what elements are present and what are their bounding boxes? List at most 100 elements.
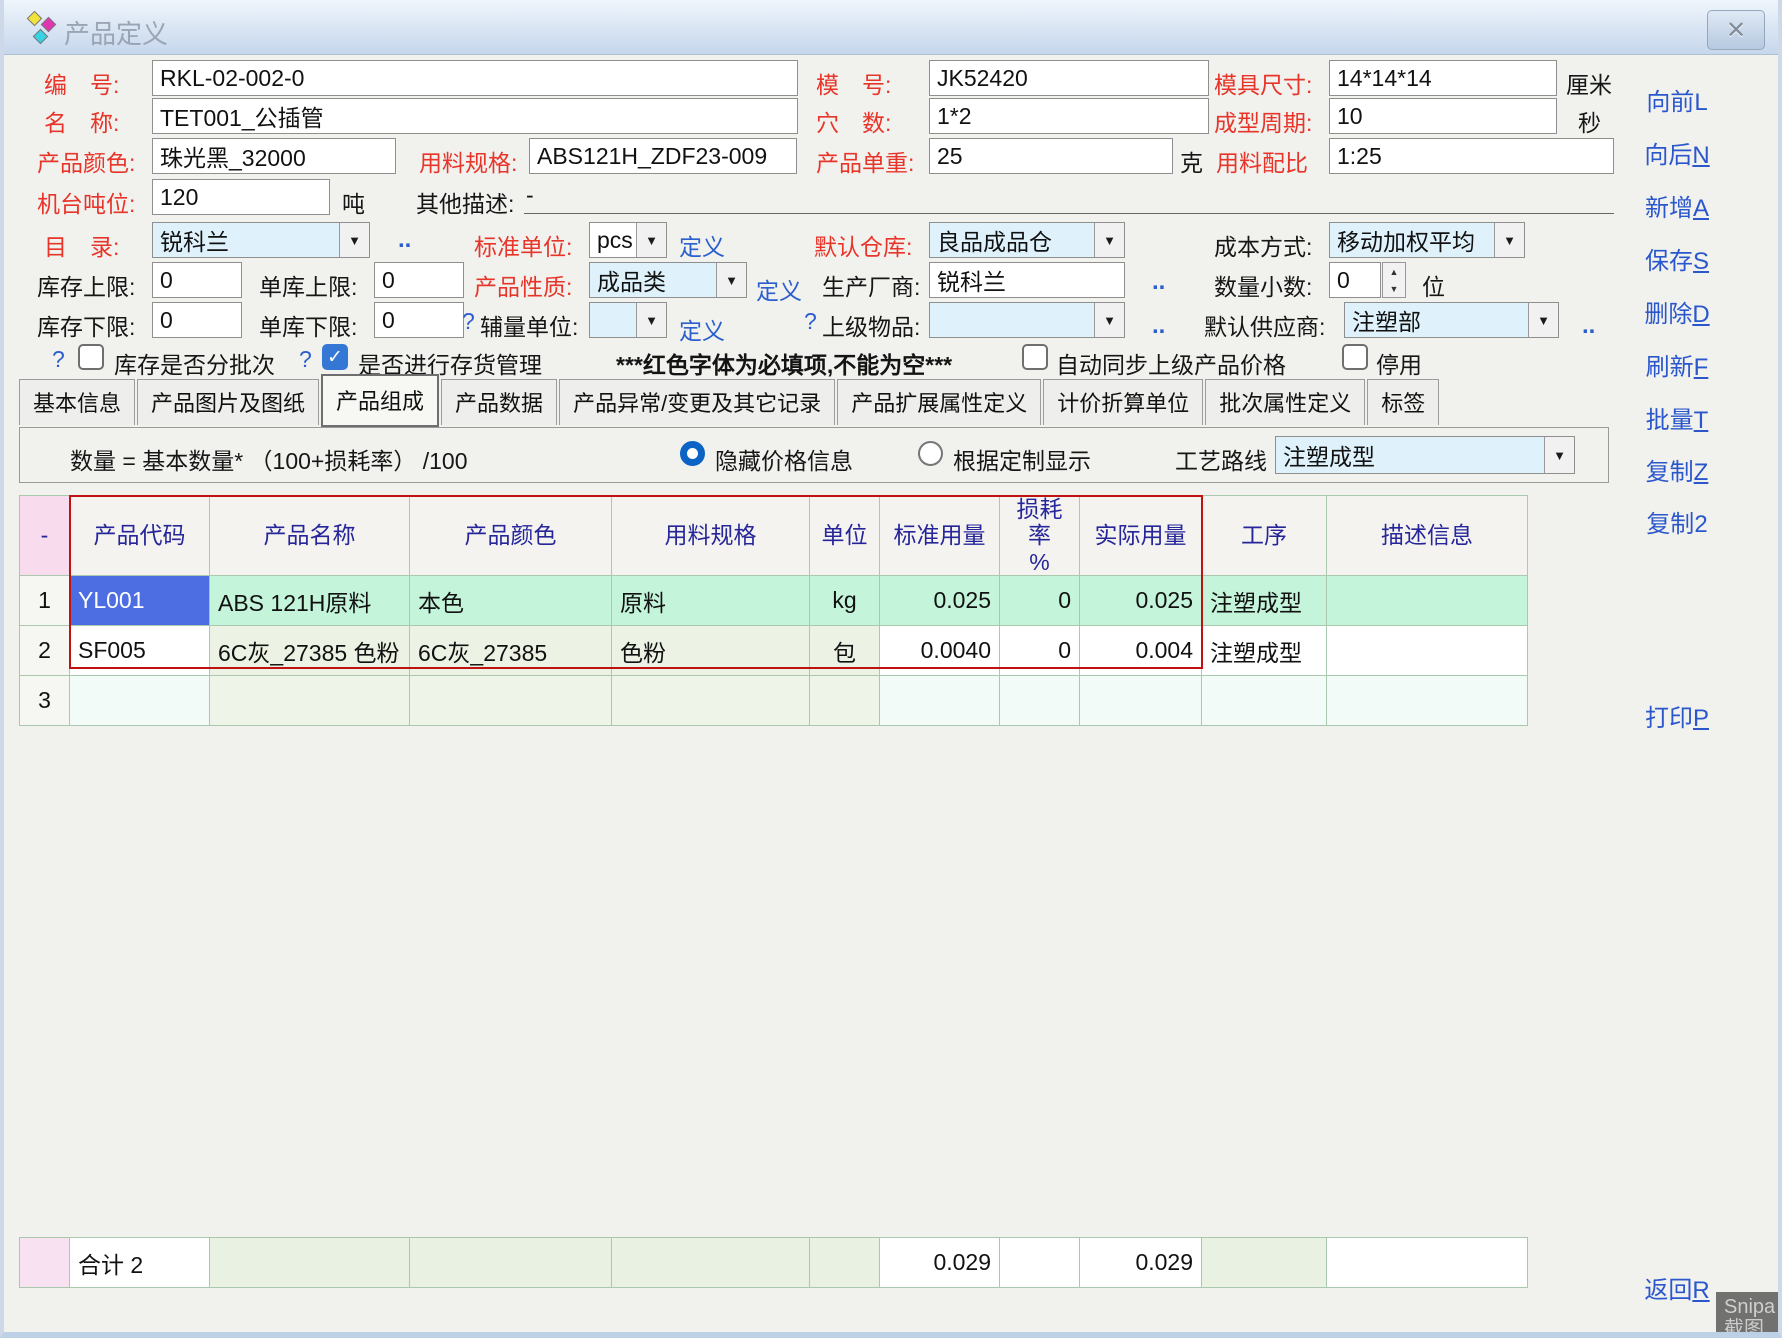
cell-r1-c4[interactable]: 原料 xyxy=(612,576,810,626)
cell-r3-c6[interactable] xyxy=(880,676,1000,726)
chevron-down-icon[interactable]: ▼ xyxy=(716,263,746,297)
stock-lower-input[interactable]: 0 xyxy=(152,302,242,338)
copy-button[interactable]: 复制Z xyxy=(1622,452,1732,487)
cell-r1-c10[interactable] xyxy=(1327,576,1528,626)
single-upper-input[interactable]: 0 xyxy=(374,262,464,298)
supplier-more-button[interactable]: .. xyxy=(1582,312,1595,340)
tab-5[interactable]: 产品异常/变更及其它记录 xyxy=(559,379,835,425)
nature-define-link[interactable]: 定义 xyxy=(756,272,802,306)
other-desc-input[interactable]: - xyxy=(524,182,1614,214)
cell-r3-c3[interactable] xyxy=(410,676,612,726)
tab-1[interactable]: 基本信息 xyxy=(19,379,135,425)
cell-r2-c6[interactable]: 0.0040 xyxy=(880,626,1000,676)
cost-method-select[interactable]: 移动加权平均 ▼ xyxy=(1329,222,1525,258)
tab-7[interactable]: 计价折算单位 xyxy=(1043,379,1203,425)
inventory-help-icon[interactable]: ? xyxy=(299,346,312,373)
prev-button[interactable]: 向前L xyxy=(1622,82,1732,117)
cavity-input[interactable]: 1*2 xyxy=(929,98,1209,134)
cycle-input[interactable]: 10 xyxy=(1329,98,1557,134)
copy2-button[interactable]: 复制2 xyxy=(1622,504,1732,539)
color-input[interactable]: 珠光黑_32000 xyxy=(152,138,396,174)
column-header-8[interactable]: 实际用量 xyxy=(1080,496,1202,576)
chevron-down-icon[interactable]: ▼ xyxy=(636,223,666,257)
cell-r2-c4[interactable]: 色粉 xyxy=(612,626,810,676)
cell-r3-c5[interactable] xyxy=(810,676,880,726)
cell-r3-c2[interactable] xyxy=(210,676,410,726)
process-route-select[interactable]: 注塑成型 ▼ xyxy=(1275,436,1575,474)
refresh-button[interactable]: 刷新F xyxy=(1622,347,1732,382)
column-header-10[interactable]: 描述信息 xyxy=(1327,496,1528,576)
std-unit-define-link[interactable]: 定义 xyxy=(679,228,725,262)
cell-r3-c9[interactable] xyxy=(1202,676,1327,726)
sync-checkbox[interactable] xyxy=(1022,344,1048,370)
next-button[interactable]: 向后N xyxy=(1622,135,1732,170)
mold-size-input[interactable]: 14*14*14 xyxy=(1329,60,1557,96)
column-header-2[interactable]: 产品名称 xyxy=(210,496,410,576)
cell-r1-c8[interactable]: 0.025 xyxy=(1080,576,1202,626)
cell-r1-c7[interactable]: 0 xyxy=(1000,576,1080,626)
cell-r2-c10[interactable] xyxy=(1327,626,1528,676)
cell-r1-c5[interactable]: kg xyxy=(810,576,880,626)
nature-select[interactable]: 成品类 ▼ xyxy=(589,262,747,298)
chevron-down-icon[interactable]: ▼ xyxy=(1094,223,1124,257)
column-header-1[interactable]: 产品代码 xyxy=(70,496,210,576)
aux-unit-help-icon[interactable]: ? xyxy=(462,308,475,335)
cell-r2-c8[interactable]: 0.004 xyxy=(1080,626,1202,676)
spin-up-icon[interactable]: ▲ xyxy=(1383,263,1405,280)
column-header-9[interactable]: 工序 xyxy=(1202,496,1327,576)
supplier-select[interactable]: 注塑部 ▼ xyxy=(1344,302,1559,338)
catalog-select[interactable]: 锐科兰 ▼ xyxy=(152,222,370,258)
save-button[interactable]: 保存S xyxy=(1622,241,1732,276)
column-header-4[interactable]: 用料规格 xyxy=(612,496,810,576)
cell-r2-c0[interactable]: 2 xyxy=(20,626,70,676)
cell-r3-c8[interactable] xyxy=(1080,676,1202,726)
cell-r2-c9[interactable]: 注塑成型 xyxy=(1202,626,1327,676)
spin-down-icon[interactable]: ▼ xyxy=(1383,280,1405,297)
column-header-3[interactable]: 产品颜色 xyxy=(410,496,612,576)
tab-2[interactable]: 产品图片及图纸 xyxy=(137,379,319,425)
disabled-checkbox[interactable] xyxy=(1342,344,1368,370)
tab-6[interactable]: 产品扩展属性定义 xyxy=(837,379,1041,425)
chevron-down-icon[interactable]: ▼ xyxy=(1094,303,1124,337)
warehouse-select[interactable]: 良品成品仓 ▼ xyxy=(929,222,1125,258)
inventory-checkbox[interactable]: ✓ xyxy=(322,344,348,370)
parent-item-more-button[interactable]: .. xyxy=(1152,312,1165,340)
chevron-down-icon[interactable]: ▼ xyxy=(636,303,666,337)
qty-decimals-stepper[interactable]: ▲ ▼ xyxy=(1382,262,1406,298)
tab-4[interactable]: 产品数据 xyxy=(441,379,557,425)
cell-r2-c3[interactable]: 6C灰_27385 xyxy=(410,626,612,676)
cell-r3-c10[interactable] xyxy=(1327,676,1528,726)
cell-r3-c7[interactable] xyxy=(1000,676,1080,726)
manufacturer-more-button[interactable]: .. xyxy=(1152,268,1165,296)
hide-price-radio[interactable] xyxy=(680,441,705,466)
ratio-input[interactable]: 1:25 xyxy=(1329,138,1614,174)
mold-no-input[interactable]: JK52420 xyxy=(929,60,1209,96)
material-input[interactable]: ABS121H_ZDF23-009 xyxy=(529,138,797,174)
add-button[interactable]: 新增A xyxy=(1622,188,1732,223)
chevron-down-icon[interactable]: ▼ xyxy=(1494,223,1524,257)
tonnage-input[interactable]: 120 xyxy=(152,179,330,215)
cell-r2-c7[interactable]: 0 xyxy=(1000,626,1080,676)
cell-r2-c1[interactable]: SF005 xyxy=(70,626,210,676)
chevron-down-icon[interactable]: ▼ xyxy=(1528,303,1558,337)
cell-r1-c0[interactable]: 1 xyxy=(20,576,70,626)
unit-weight-input[interactable]: 25 xyxy=(929,138,1173,174)
cell-r2-c2[interactable]: 6C灰_27385 色粉 xyxy=(210,626,410,676)
tab-9[interactable]: 标签 xyxy=(1367,379,1439,425)
chevron-down-icon[interactable]: ▼ xyxy=(339,223,369,257)
name-input[interactable]: TET001_公插管 xyxy=(152,98,798,134)
batch-checkbox[interactable] xyxy=(78,344,104,370)
delete-button[interactable]: 删除D xyxy=(1622,294,1732,329)
stock-upper-input[interactable]: 0 xyxy=(152,262,242,298)
code-input[interactable]: RKL-02-002-0 xyxy=(152,60,798,96)
cell-r1-c6[interactable]: 0.025 xyxy=(880,576,1000,626)
cell-r1-c1[interactable]: YL001 xyxy=(70,576,210,626)
cell-r2-c5[interactable]: 包 xyxy=(810,626,880,676)
cell-r1-c9[interactable]: 注塑成型 xyxy=(1202,576,1327,626)
parent-item-select[interactable]: ▼ xyxy=(929,302,1125,338)
chevron-down-icon[interactable]: ▼ xyxy=(1544,437,1574,473)
print-button[interactable]: 打印P xyxy=(1622,698,1732,733)
batch-help-icon[interactable]: ? xyxy=(52,346,65,373)
column-header-7[interactable]: 损耗率 % xyxy=(1000,496,1080,576)
column-header-5[interactable]: 单位 xyxy=(810,496,880,576)
